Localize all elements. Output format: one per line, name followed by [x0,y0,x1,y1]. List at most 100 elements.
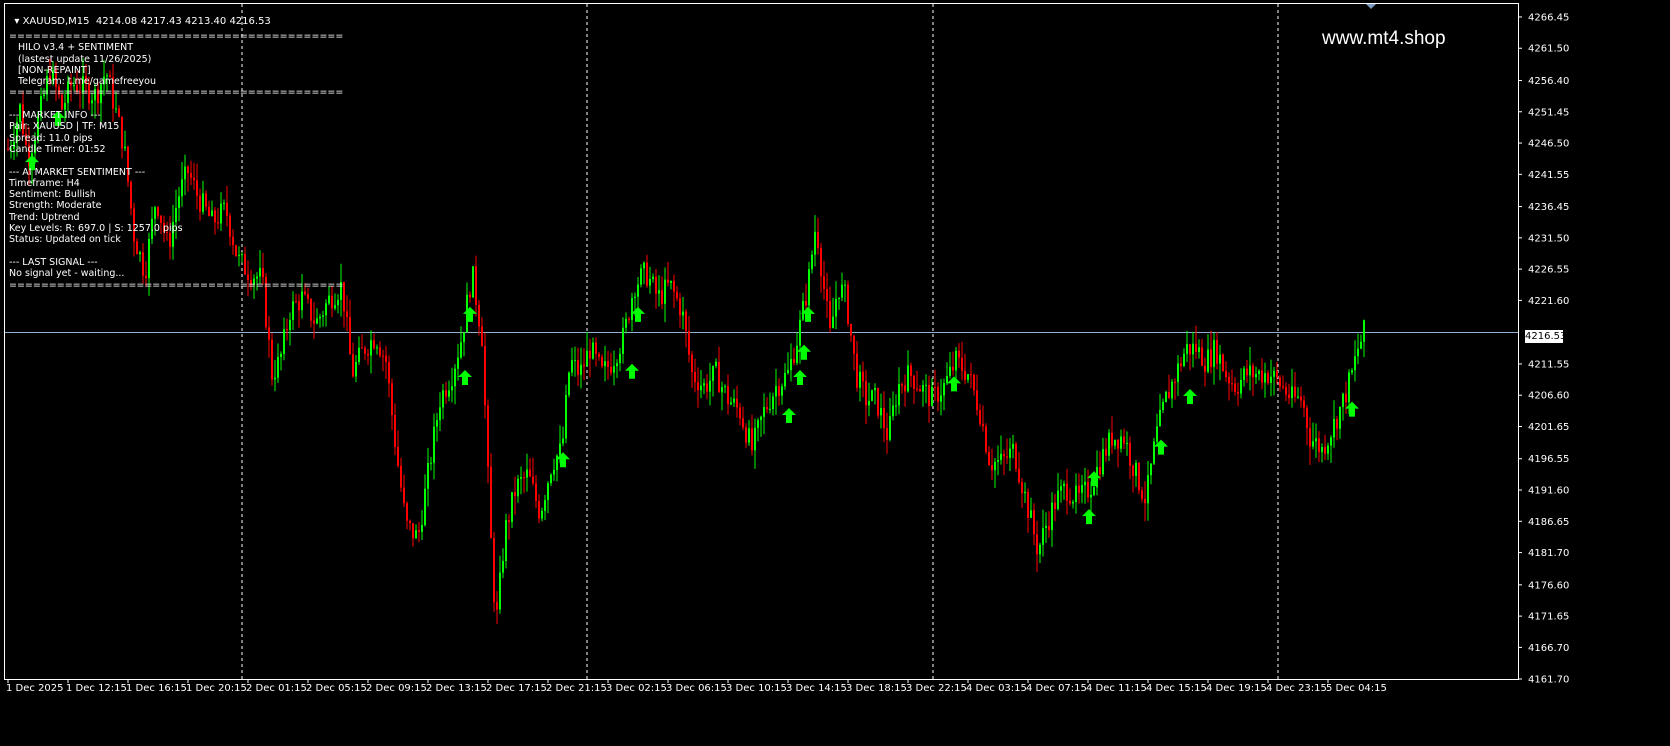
candle-body [313,320,315,324]
candle-body [1303,400,1305,408]
candle-body [871,390,873,401]
candle-body [1045,525,1047,528]
price-axis: 4266.45 4261.50 4256.40 4251.45 4246.50 4241.… [1518,12,1569,686]
candle-body [1009,448,1011,458]
candle-body [775,386,777,397]
candle-body [1333,418,1335,438]
candle-body [514,492,516,497]
y-tick-label: 4251.45 [1528,107,1569,118]
candle-body [1057,490,1059,510]
candle-body [664,279,666,304]
candle-body [427,463,429,489]
buy-arrow-icon [1183,389,1197,405]
x-tick-label: 3 Dec 14:15 [786,683,847,694]
candle-body [640,268,642,285]
candle-body [388,362,390,384]
candle-body [607,361,609,367]
y-tick-label: 4161.70 [1528,675,1569,686]
candle-body [658,290,660,294]
candle-body [736,398,738,408]
candle-body [430,462,432,464]
candle-body [1006,456,1008,458]
candle-body [1210,349,1212,367]
candle-body [439,407,441,421]
candle-body [1363,320,1365,342]
candle-body [1300,396,1302,401]
indicator-line: Strength: Moderate [9,200,102,212]
candle-body [946,375,948,384]
candle-body [817,231,819,249]
candle-body [304,291,306,295]
candle-body [1159,409,1161,427]
candle-body [1309,428,1311,447]
indicator-line [9,246,343,257]
candle-body [1186,344,1188,354]
candle-body [1282,386,1284,388]
candle-body [592,342,594,359]
candle-body [1132,465,1134,476]
candle-body [973,374,975,391]
candle-body [877,387,879,416]
candle-body [1231,383,1233,385]
candle-body [979,410,981,424]
candle-body [322,315,324,317]
candle-body [958,350,960,358]
x-tick-label: 4 Dec 23:15 [1266,683,1327,694]
candle-body [1312,441,1314,447]
y-tick-label: 4201.65 [1528,422,1569,433]
candle-body [1321,447,1323,453]
chart-shift-marker-icon[interactable] [1366,4,1376,9]
candle-body [1102,449,1104,475]
candle-body [1117,439,1119,449]
candle-body [697,382,699,391]
candle-body [772,396,774,410]
candle-body [652,276,654,280]
candle-body [541,510,543,519]
candle-body [1051,502,1053,531]
candle-body [478,304,480,327]
buy-arrow-icon [1082,509,1096,525]
candle-body [739,407,741,419]
candle-body [796,345,798,363]
candle-body [610,366,612,373]
candle-body [1012,443,1014,449]
candle-body [931,386,933,406]
candle-body [352,354,354,377]
y-tick-label: 4206.60 [1528,391,1569,402]
candle-body [316,318,318,324]
indicator-line: Candle Timer: 01:52 [9,143,106,155]
candle-body [868,400,870,406]
candle-body [454,368,456,387]
candle-body [1222,354,1224,371]
candle-body [1039,544,1041,555]
candle-body [700,385,702,391]
candle-body [784,372,786,387]
candle-body [1288,394,1290,398]
candle-body [976,390,978,411]
indicator-line: ========================================… [9,31,344,42]
candle-body [787,370,789,373]
candle-body [277,356,279,378]
collapse-triangle-icon[interactable]: ▾ [14,16,22,27]
candle-body [1273,370,1275,377]
candle-body [1150,463,1152,476]
candle-body [856,353,858,388]
x-tick-label: 1 Dec 20:15 [186,683,247,694]
candle-body [631,297,633,321]
candle-body [532,476,534,484]
candle-body [1024,491,1026,494]
candle-body [760,416,762,421]
candle-body [1105,449,1107,456]
candle-body [1204,365,1206,372]
candle-body [1261,370,1263,383]
candle-body [1141,490,1143,499]
candle-body [517,478,519,497]
candle-body [481,326,483,347]
x-tick-label: 4 Dec 15:15 [1146,683,1207,694]
candle-body [1168,391,1170,399]
candle-body [682,311,684,316]
indicator-line: Status: Updated on tick [9,234,121,246]
candle-body [280,353,282,357]
candle-body [1267,373,1269,383]
candle-body [604,361,606,367]
